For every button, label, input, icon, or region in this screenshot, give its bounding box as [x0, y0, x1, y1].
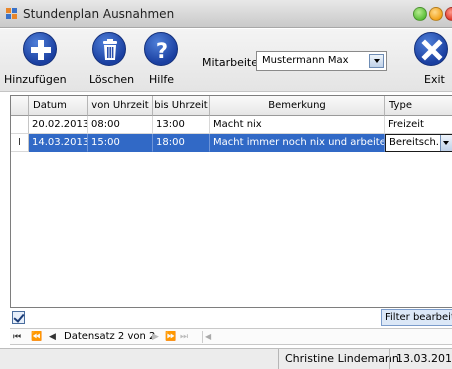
type-select[interactable]: Bereitsch...: [385, 134, 452, 152]
delete-button[interactable]: Löschen: [84, 32, 140, 90]
x-icon: [414, 32, 448, 66]
trash-icon: [92, 32, 126, 66]
first-record-icon[interactable]: ⏮: [13, 329, 21, 345]
question-icon: ?: [144, 32, 178, 66]
cell-datum[interactable]: 14.03.2013: [29, 134, 88, 152]
cell-type[interactable]: Freizeit: [385, 116, 452, 134]
help-label: Hilfe: [149, 73, 175, 86]
cell-bemerkung[interactable]: Macht immer noch nix und arbeitet d...: [210, 134, 385, 152]
next-page-icon[interactable]: ⏩: [165, 329, 176, 345]
previous-record-icon[interactable]: ◀: [49, 329, 56, 345]
column-header-bemerkung[interactable]: Bemerkung: [210, 96, 385, 116]
plus-icon: [23, 32, 57, 66]
cell-von-uhrzeit[interactable]: 15:00: [88, 134, 153, 152]
column-header-type[interactable]: Type: [385, 96, 452, 116]
filter-checkbox[interactable]: [12, 311, 25, 324]
column-header-datum[interactable]: Datum: [29, 96, 88, 116]
column-header-bis-uhrzeit[interactable]: bis Uhrzeit: [153, 96, 210, 116]
mitarbeiter-select[interactable]: Mustermann Max: [256, 51, 387, 71]
add-button[interactable]: Hinzufügen: [0, 32, 80, 90]
exit-label: Exit: [424, 73, 445, 86]
cell-bis-uhrzeit[interactable]: 13:00: [153, 116, 210, 134]
svg-text:?: ?: [156, 39, 168, 63]
cell-bemerkung[interactable]: Macht nix: [210, 116, 385, 134]
close-button[interactable]: [445, 7, 452, 21]
delete-label: Löschen: [89, 73, 135, 86]
horizontal-scrollbar[interactable]: ◀: [202, 331, 452, 343]
record-navigator: ⏮ ⏪ ◀ Datensatz 2 von 2 ▶ ⏩ ⏭ ◀: [10, 328, 452, 345]
row-indicator[interactable]: I: [11, 134, 29, 152]
chevron-down-icon[interactable]: [369, 54, 384, 68]
title-bar: Stundenplan Ausnahmen: [0, 0, 452, 28]
exit-button[interactable]: Exit: [410, 32, 452, 90]
toolbar: Hinzufügen Löschen ? Hilfe Mitarbeiter M…: [0, 29, 452, 92]
cell-von-uhrzeit[interactable]: 08:00: [88, 116, 153, 134]
row-header-corner: [11, 96, 29, 116]
minimize-button[interactable]: [413, 7, 427, 21]
help-button[interactable]: ? Hilfe: [142, 32, 182, 90]
next-record-icon[interactable]: ▶: [152, 329, 159, 345]
table-row-selected[interactable]: I 14.03.2013 15:00 18:00 Macht immer noc…: [11, 134, 452, 152]
record-counter: Datensatz 2 von 2: [64, 331, 156, 342]
table-row[interactable]: 20.02.2013 08:00 13:00 Macht nix Freizei…: [11, 116, 452, 134]
chevron-down-icon[interactable]: [440, 135, 452, 151]
last-record-icon[interactable]: ⏭: [180, 329, 188, 345]
type-value: Bereitsch...: [389, 137, 446, 148]
status-bar: Christine Lindemann 13.03.2013: [0, 348, 452, 369]
app-icon: [6, 8, 18, 20]
window-title: Stundenplan Ausnahmen: [23, 7, 175, 21]
data-grid: Datum von Uhrzeit bis Uhrzeit Bemerkung …: [10, 95, 452, 308]
maximize-button[interactable]: [429, 7, 443, 21]
row-indicator[interactable]: [11, 116, 29, 134]
mitarbeiter-label: Mitarbeiter: [202, 56, 263, 69]
cell-datum[interactable]: 20.02.2013: [29, 116, 88, 134]
mitarbeiter-value: Mustermann Max: [262, 55, 349, 66]
scroll-left-icon[interactable]: ◀: [205, 331, 211, 343]
status-date: 13.03.2013: [389, 349, 452, 369]
status-user: Christine Lindemann: [278, 349, 399, 369]
column-header-von-uhrzeit[interactable]: von Uhrzeit: [88, 96, 153, 116]
previous-page-icon[interactable]: ⏪: [31, 329, 42, 345]
add-label: Hinzufügen: [4, 73, 67, 86]
filter-edit-button[interactable]: Filter bearbeiten: [381, 309, 452, 326]
cell-bis-uhrzeit[interactable]: 18:00: [153, 134, 210, 152]
